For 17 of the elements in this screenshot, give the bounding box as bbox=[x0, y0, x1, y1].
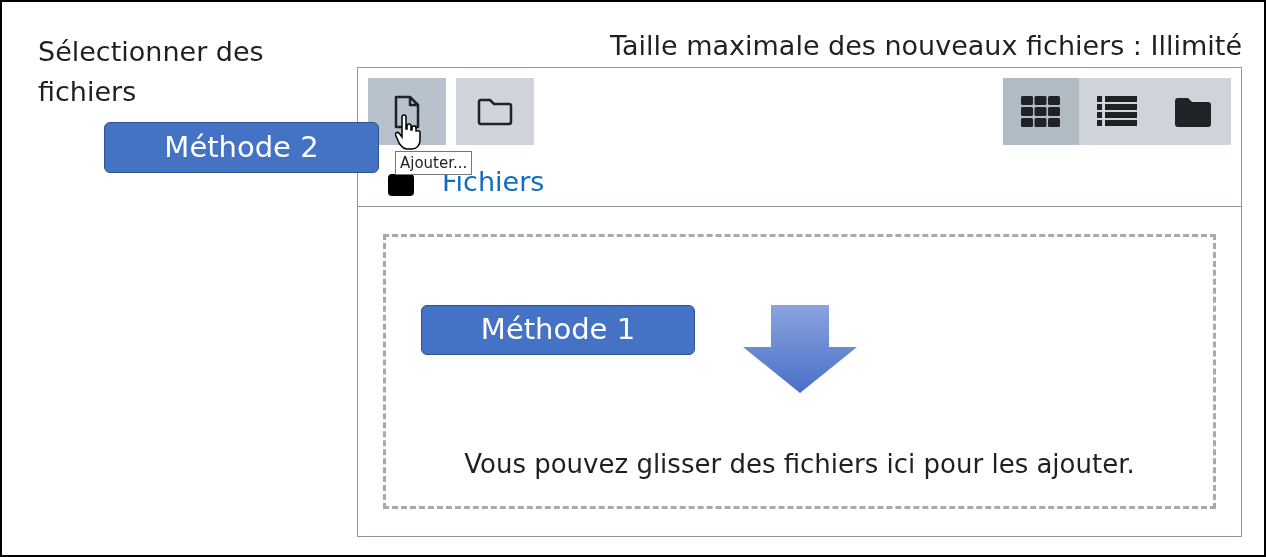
hand-cursor-icon bbox=[395, 114, 421, 150]
tooltip: Ajouter... bbox=[395, 151, 473, 175]
folder-icon bbox=[477, 97, 513, 126]
callout-label: Méthode 1 bbox=[421, 305, 695, 355]
max-size-text: Taille maximale des nouveaux fichiers : Illimité bbox=[609, 29, 1242, 63]
list-icon bbox=[1097, 95, 1137, 128]
field-label: Sélectionner des fichiers bbox=[38, 35, 265, 109]
grid-icon bbox=[1021, 95, 1061, 128]
folder-icon bbox=[388, 174, 414, 196]
view-button[interactable] bbox=[1003, 78, 1079, 145]
callout-label: Méthode 2 bbox=[104, 122, 379, 173]
view-button[interactable] bbox=[1079, 78, 1155, 145]
view-button[interactable] bbox=[1155, 78, 1231, 145]
file-icon bbox=[394, 94, 420, 129]
folder-icon bbox=[1175, 96, 1211, 127]
create-folder-button[interactable] bbox=[456, 78, 534, 145]
dropzone-message: Vous pouvez glisser des fichiers ici pour les ajouter. bbox=[464, 448, 1135, 481]
